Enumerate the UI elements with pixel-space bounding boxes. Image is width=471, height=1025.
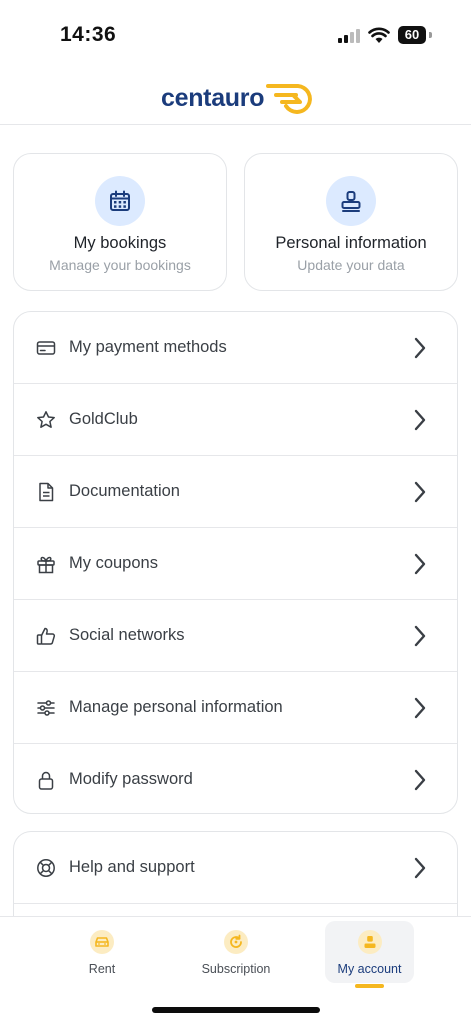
menu-item-documentation[interactable]: Documentation — [14, 456, 457, 528]
menu-item-label: My coupons — [69, 554, 158, 572]
menu-item-social-networks[interactable]: Social networks — [14, 600, 457, 672]
lock-icon — [38, 771, 54, 790]
chevron-right-icon — [414, 481, 426, 503]
my-bookings-card[interactable]: My bookings Manage your bookings — [13, 153, 227, 291]
menu-item-manage-personal-information[interactable]: Manage personal information — [14, 672, 457, 744]
menu-item-coupons[interactable]: My coupons — [14, 528, 457, 600]
menu-item-label: Manage personal information — [69, 698, 283, 716]
nav-label: Subscription — [201, 962, 271, 976]
chevron-right-icon — [414, 857, 426, 879]
menu-item-modify-password[interactable]: Modify password — [14, 744, 457, 813]
nav-tab-subscription[interactable]: Subscription — [190, 921, 282, 983]
lifebuoy-icon — [37, 859, 55, 877]
active-tab-indicator — [355, 984, 384, 988]
menu-item-label: Modify password — [69, 770, 193, 788]
status-bar: 14:36 60 — [0, 0, 471, 70]
menu-item-label: My payment methods — [69, 338, 227, 356]
menu-item-label: Documentation — [69, 482, 180, 500]
chevron-right-icon — [414, 409, 426, 431]
logo-text: centauro — [161, 83, 265, 112]
status-time: 14:36 — [60, 23, 117, 46]
subscription-icon — [230, 934, 242, 948]
sliders-icon — [37, 700, 55, 716]
wifi-icon — [368, 27, 390, 43]
personal-information-card[interactable]: Personal information Update your data — [244, 153, 458, 291]
chevron-right-icon — [414, 769, 426, 791]
star-icon — [37, 411, 55, 428]
menu-item-help-and-support[interactable]: Help and support — [14, 832, 457, 904]
thumbs-up-icon — [36, 627, 56, 645]
menu-item-label: Social networks — [69, 626, 185, 644]
user-icon — [364, 936, 375, 948]
nav-tab-my-account[interactable]: My account — [325, 921, 414, 988]
chevron-right-icon — [414, 337, 426, 359]
nav-label: My account — [337, 962, 402, 976]
card-title: Personal information — [275, 234, 427, 252]
card-title: My bookings — [73, 234, 167, 252]
battery-icon: 60 — [398, 26, 432, 44]
stamp-icon — [341, 191, 361, 212]
account-menu-list: My payment methods GoldClub Documentatio… — [13, 311, 458, 814]
card-subtitle: Update your data — [297, 257, 405, 273]
nav-tab-rent[interactable]: Rent — [57, 921, 147, 983]
chevron-right-icon — [414, 697, 426, 719]
battery-level: 60 — [398, 26, 426, 44]
centauro-logo: centauro — [161, 78, 316, 118]
calendar-icon — [110, 190, 130, 211]
card-subtitle: Manage your bookings — [49, 257, 191, 273]
chevron-right-icon — [414, 553, 426, 575]
cellular-signal-icon — [338, 29, 360, 43]
menu-item-label: GoldClub — [69, 410, 138, 428]
home-indicator — [152, 1007, 320, 1013]
chevron-right-icon — [414, 625, 426, 647]
menu-item-payment-methods[interactable]: My payment methods — [14, 312, 457, 384]
header: centauro — [0, 70, 471, 125]
gift-icon — [37, 556, 55, 574]
menu-item-label: Help and support — [69, 858, 195, 876]
logo-mark-icon — [266, 84, 313, 114]
car-icon — [95, 937, 109, 947]
menu-item-goldclub[interactable]: GoldClub — [14, 384, 457, 456]
credit-card-icon — [36, 341, 56, 355]
nav-label: Rent — [88, 962, 116, 976]
document-icon — [39, 482, 54, 502]
